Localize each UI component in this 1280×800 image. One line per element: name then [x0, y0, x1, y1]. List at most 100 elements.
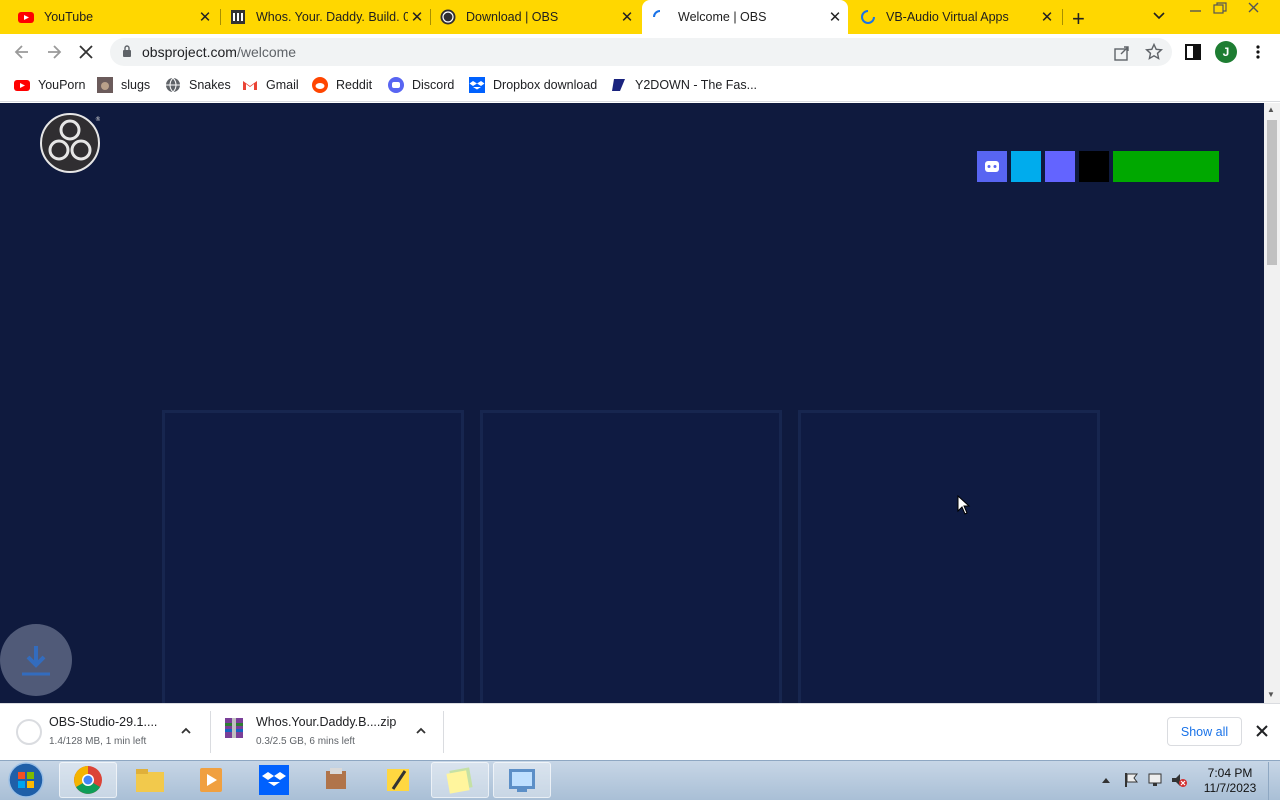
new-tab-button[interactable]: + — [1072, 6, 1085, 32]
tab-whos-your-daddy[interactable]: Whos. Your. Daddy. Build. 0 ✕ — [226, 0, 426, 34]
more-menu-icon[interactable] — [1252, 44, 1264, 60]
back-button[interactable] — [12, 42, 32, 62]
tools-icon — [326, 768, 346, 789]
youtube-icon — [18, 12, 34, 23]
restore-icon — [1213, 2, 1227, 14]
scrollbar-thumb[interactable] — [1267, 120, 1277, 265]
tab-vb-audio[interactable]: VB-Audio Virtual Apps ✕ — [856, 0, 1056, 34]
tab-search-icon[interactable] — [1152, 8, 1166, 24]
url-path: /welcome — [236, 44, 297, 60]
download-item-obs[interactable]: OBS-Studio-29.1.... 1.4/128 MB, 1 min le… — [0, 703, 210, 760]
taskbar-chrome[interactable] — [59, 762, 117, 798]
stop-loading-button[interactable] — [76, 42, 96, 62]
taskbar-dropbox[interactable] — [245, 762, 303, 798]
back-arrow-icon — [14, 45, 28, 59]
share-icon[interactable] — [1113, 44, 1131, 62]
bookmark-label: Dropbox download — [493, 78, 598, 92]
discord-social-button[interactable] — [977, 151, 1007, 182]
download-item-zip[interactable]: Whos.Your.Daddy.B....zip 0.3/2.5 GB, 6 m… — [211, 703, 443, 760]
show-hidden-icons-icon[interactable] — [1100, 775, 1112, 785]
donate-button[interactable] — [1113, 151, 1219, 182]
mastodon-social-button[interactable] — [1045, 151, 1075, 182]
taskbar-media-player[interactable] — [182, 762, 240, 798]
github-social-button[interactable] — [1079, 151, 1109, 182]
windows-start-button[interactable] — [6, 761, 46, 799]
bookmark-gmail[interactable]: Gmail — [242, 76, 299, 94]
window-close-button[interactable] — [1244, 0, 1264, 19]
bookmark-label: Gmail — [266, 78, 299, 92]
twitter-social-button[interactable] — [1011, 151, 1041, 182]
lock-icon[interactable] — [122, 45, 132, 57]
taskbar-control-panel[interactable] — [493, 762, 551, 798]
close-icon[interactable]: ✕ — [408, 8, 426, 26]
action-center-flag-icon[interactable] — [1122, 771, 1140, 789]
bookmark-y2down[interactable]: Y2DOWN - The Fas... — [611, 76, 757, 94]
scroll-down-arrow-icon[interactable]: ▼ — [1267, 690, 1275, 699]
bookmark-snakes[interactable]: Snakes — [165, 76, 231, 94]
bookmark-star-icon[interactable] — [1145, 43, 1163, 61]
youtube-icon — [14, 80, 30, 91]
tab-label: VB-Audio Virtual Apps — [886, 10, 1009, 24]
y2down-icon — [612, 79, 625, 91]
tab-separator — [220, 9, 221, 25]
url-text[interactable]: obsproject.com/welcome — [142, 44, 296, 60]
close-icon[interactable]: ✕ — [826, 8, 844, 26]
clock-time: 7:04 PM — [1207, 766, 1253, 780]
volume-muted-icon[interactable] — [1170, 771, 1188, 789]
winrar-archive-icon — [225, 718, 243, 738]
scroll-up-arrow-icon[interactable]: ▲ — [1267, 105, 1275, 114]
download-floating-button[interactable] — [0, 624, 72, 696]
close-download-shelf-icon[interactable] — [1255, 724, 1269, 738]
minimize-button[interactable] — [1186, 0, 1206, 19]
close-icon — [1248, 2, 1259, 13]
tab-separator — [1062, 9, 1063, 25]
chevron-up-icon[interactable] — [180, 725, 192, 735]
mouse-cursor-icon — [957, 495, 971, 515]
bookmark-label: Y2DOWN - The Fas... — [635, 78, 758, 92]
slug-icon — [97, 77, 113, 93]
bookmark-youporn[interactable]: YouPorn — [14, 76, 86, 94]
tab-label: Download | OBS — [466, 10, 559, 24]
url-domain: obsproject.com — [142, 44, 237, 60]
download-icon — [22, 646, 50, 676]
chrome-icon — [74, 766, 102, 794]
download-filename: OBS-Studio-29.1.... — [49, 715, 158, 729]
taskbar-sticky-notes[interactable] — [431, 762, 489, 798]
stop-icon — [79, 45, 93, 59]
profile-avatar[interactable]: J — [1215, 41, 1237, 63]
taskbar-app-tools[interactable] — [307, 762, 365, 798]
system-clock[interactable]: 7:04 PM 11/7/2023 — [1198, 766, 1262, 796]
bookmark-reddit[interactable]: Reddit — [312, 76, 372, 94]
bookmark-discord[interactable]: Discord — [388, 76, 454, 94]
minimize-icon — [1190, 10, 1201, 12]
obs-logo[interactable]: ® — [40, 113, 100, 173]
show-desktop-button[interactable] — [1268, 762, 1280, 800]
bookmark-label: YouPorn — [38, 78, 86, 92]
network-icon[interactable] — [1146, 771, 1164, 789]
reddit-icon — [312, 77, 328, 93]
download-status: 1.4/128 MB, 1 min left — [49, 736, 147, 747]
show-all-downloads-button[interactable]: Show all — [1167, 717, 1242, 746]
gmail-icon — [243, 81, 257, 90]
bookmark-label: Snakes — [189, 78, 231, 92]
clock-date: 11/7/2023 — [1203, 781, 1257, 795]
tab-download-obs[interactable]: Download | OBS ✕ — [436, 0, 636, 34]
close-icon[interactable]: ✕ — [1038, 8, 1056, 26]
tab-youtube[interactable]: YouTube ✕ — [14, 0, 214, 34]
feature-card — [798, 410, 1100, 703]
bookmark-slugs[interactable]: slugs — [97, 76, 150, 94]
close-icon[interactable]: ✕ — [196, 8, 214, 26]
download-progress-ring-icon — [16, 719, 42, 745]
discord-icon — [985, 161, 999, 172]
tab-welcome-obs[interactable]: Welcome | OBS ✕ — [642, 0, 848, 34]
bookmark-dropbox-download[interactable]: Dropbox download — [469, 76, 597, 94]
side-panel-icon[interactable] — [1185, 44, 1201, 60]
globe-icon — [166, 77, 180, 93]
close-icon[interactable]: ✕ — [618, 8, 636, 26]
taskbar-notes[interactable] — [369, 762, 427, 798]
restore-button[interactable] — [1210, 0, 1230, 19]
taskbar-file-explorer[interactable] — [121, 762, 179, 798]
obs-icon — [440, 9, 456, 25]
forward-button[interactable] — [44, 42, 64, 62]
chevron-up-icon[interactable] — [415, 725, 427, 735]
